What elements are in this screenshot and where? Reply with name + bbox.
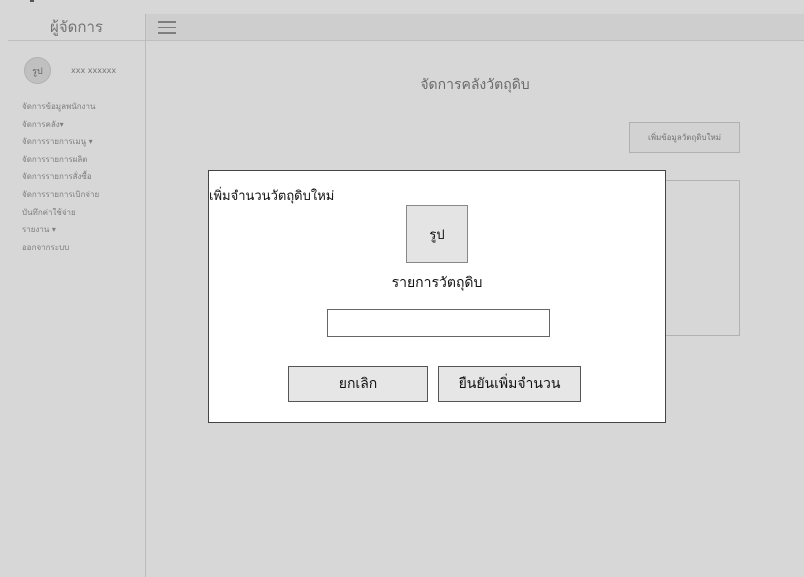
corner-mark — [30, 0, 34, 2]
cancel-button[interactable]: ยกเลิก — [288, 366, 428, 402]
confirm-add-quantity-button[interactable]: ยืนยันเพิ่มจำนวน — [438, 366, 581, 402]
ingredient-name-label: รายการวัตถุดิบ — [391, 275, 483, 291]
quantity-input[interactable] — [327, 309, 550, 337]
add-quantity-dialog: เพิ่มจำนวนวัตถุดิบใหม่ รูป รายการวัตถุดิ… — [208, 170, 666, 423]
ingredient-image-placeholder: รูป — [406, 205, 468, 263]
dialog-title: เพิ่มจำนวนวัตถุดิบใหม่ — [209, 189, 335, 204]
